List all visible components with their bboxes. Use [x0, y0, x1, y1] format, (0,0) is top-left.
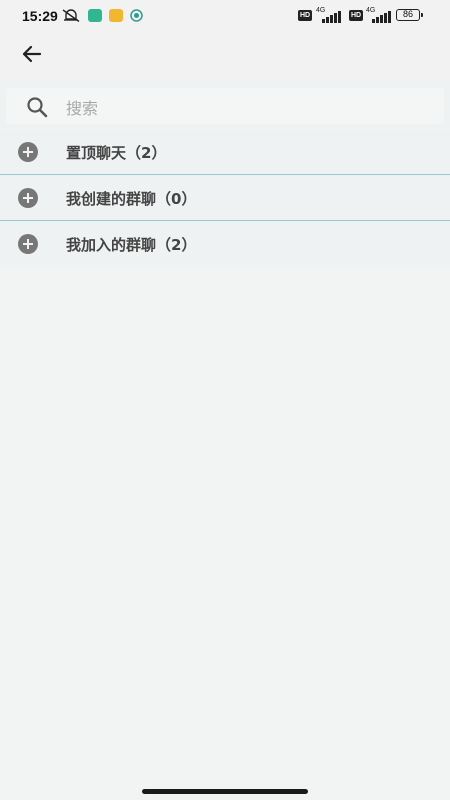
plus-circle-icon[interactable]: [18, 188, 38, 208]
group-row-created[interactable]: 我创建的群聊（0）: [0, 175, 450, 221]
app-notification-icon: [88, 9, 102, 22]
arrow-left-icon[interactable]: [18, 40, 46, 68]
search-section: [0, 80, 450, 128]
plus-circle-icon[interactable]: [18, 142, 38, 162]
app-logo-icon: [130, 9, 143, 22]
group-label-joined: 我加入的群聊（2）: [66, 236, 197, 254]
signal-icon-2: 4G: [366, 7, 394, 23]
plus-circle-icon[interactable]: [18, 234, 38, 254]
home-indicator[interactable]: [142, 789, 308, 794]
battery-icon: 86: [396, 9, 423, 21]
group-row-joined[interactable]: 我加入的群聊（2）: [0, 221, 450, 267]
group-label-pinned: 置顶聊天（2）: [66, 144, 167, 162]
top-bar: [0, 32, 450, 80]
signal-icon: 4G: [316, 7, 344, 23]
status-time: 15:29: [22, 8, 58, 24]
empty-content-area: [0, 265, 450, 785]
hd-icon: HD: [298, 10, 312, 21]
group-list: 置顶聊天（2） 我创建的群聊（0） 我加入的群聊（2）: [0, 129, 450, 267]
group-row-pinned[interactable]: 置顶聊天（2）: [0, 129, 450, 175]
message-notification-icon: [109, 9, 123, 22]
bell-off-icon: [62, 9, 80, 22]
group-label-created: 我创建的群聊（0）: [66, 190, 197, 208]
status-bar: 15:29 HD 4G HD 4G 86: [0, 0, 450, 32]
hd-icon-2: HD: [349, 10, 363, 21]
search-input[interactable]: [64, 94, 438, 122]
search-icon: [27, 97, 48, 118]
search-bar[interactable]: [6, 88, 444, 124]
